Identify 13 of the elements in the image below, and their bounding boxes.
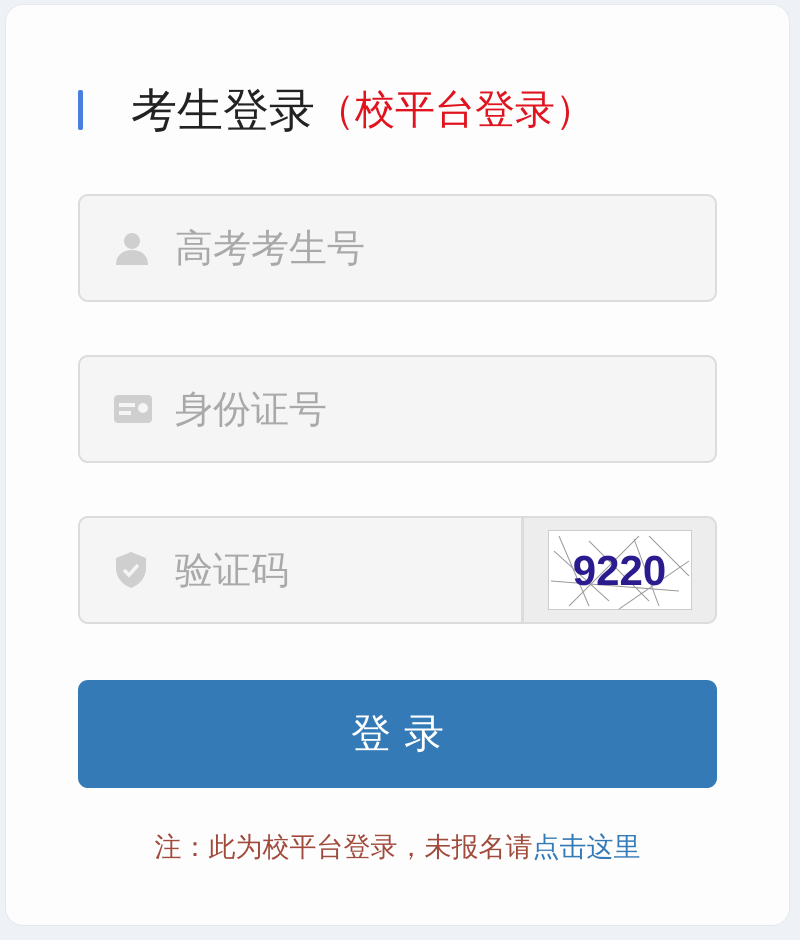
input-field[interactable]: 验证码 <box>78 516 523 624</box>
shield-icon <box>114 551 148 589</box>
input-field[interactable]: 身份证号 <box>78 355 717 463</box>
captcha-image[interactable]: 9220 <box>548 530 692 610</box>
notice-text: 注：此为校平台登录，未报名请点击这里 <box>154 831 642 865</box>
user-icon <box>114 230 150 266</box>
input-field[interactable]: 高考考生号 <box>78 194 717 302</box>
title-accent-bar <box>78 90 83 130</box>
page-title: 考生登录 <box>131 82 315 138</box>
page-subtitle: （校平台登录） <box>315 86 595 135</box>
register-link[interactable]: 点击这里 <box>532 832 640 863</box>
id-card-icon <box>114 395 152 423</box>
login-button[interactable]: 登 录 <box>78 680 717 788</box>
